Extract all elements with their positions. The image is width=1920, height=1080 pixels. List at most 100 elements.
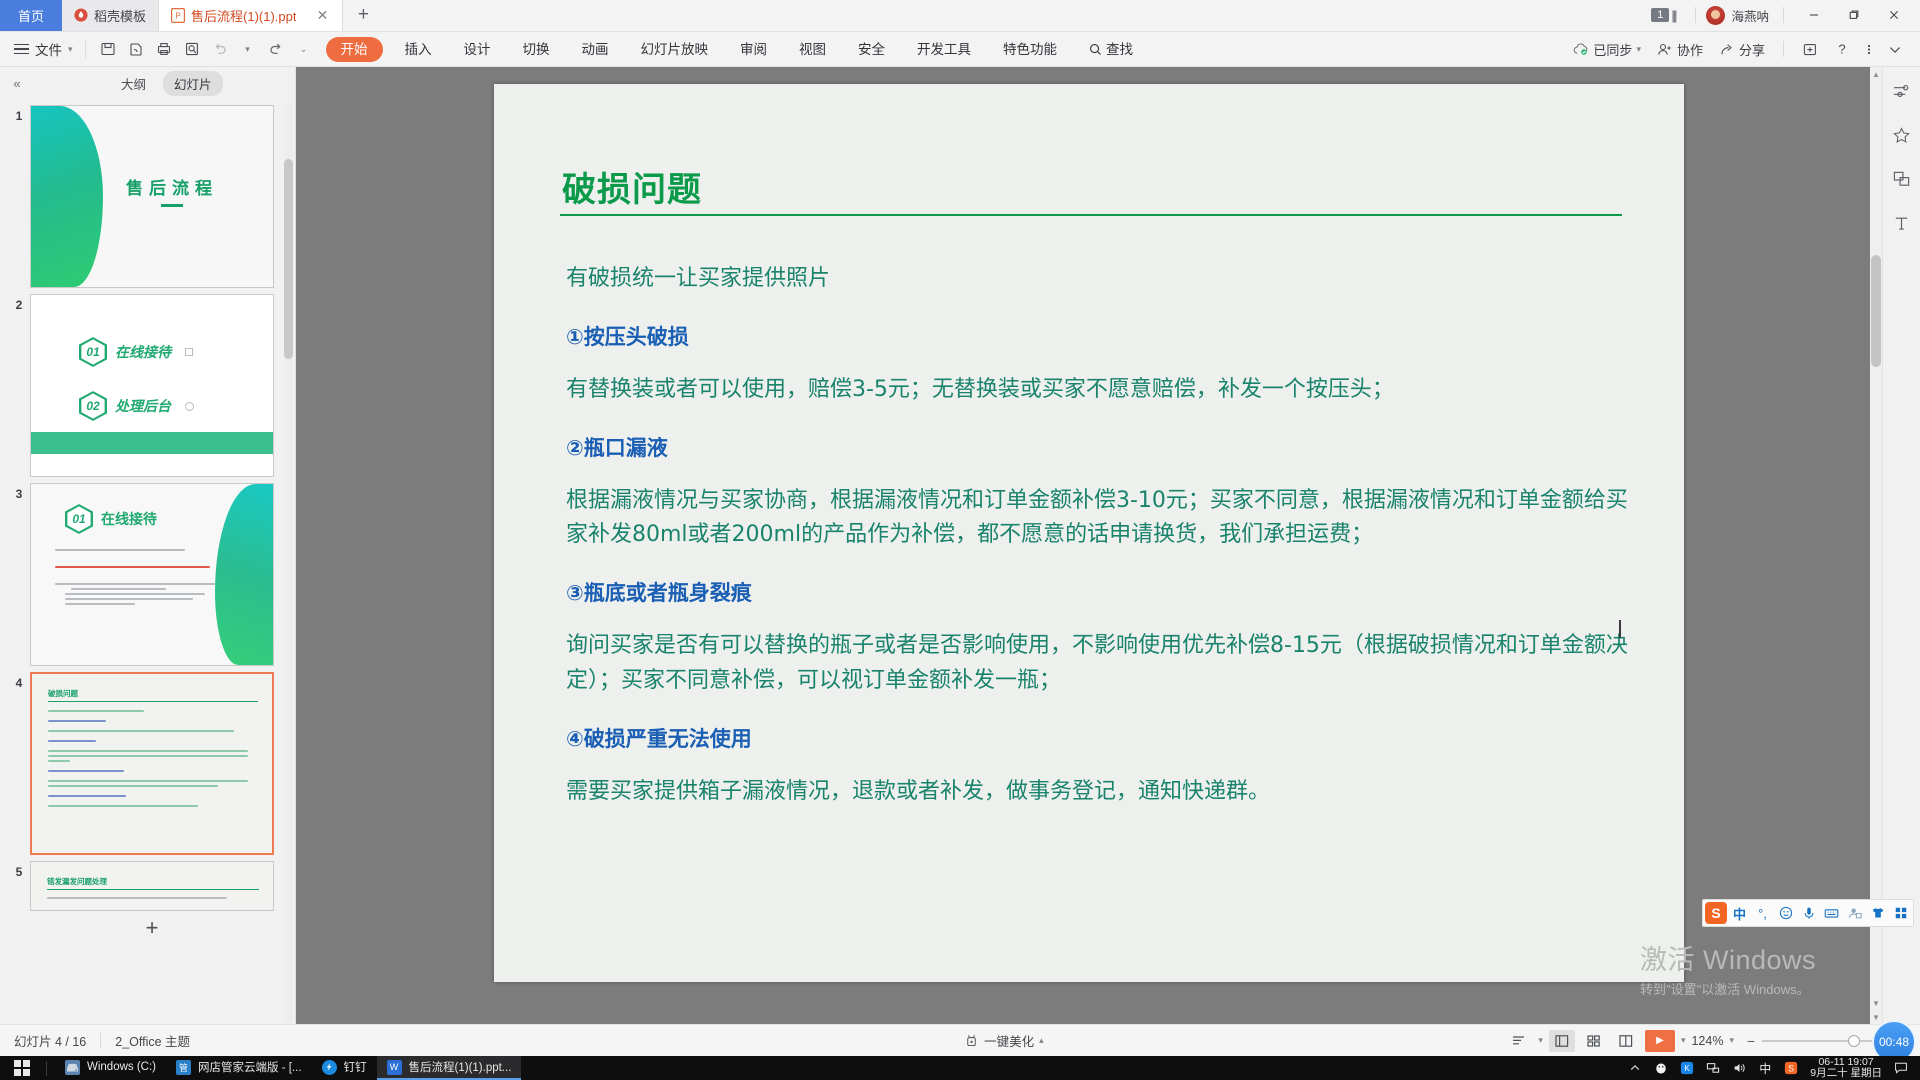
list-item[interactable]: 1 售后流程: [0, 99, 295, 288]
tab-home-ribbon[interactable]: 开始: [325, 36, 383, 62]
print-preview-icon[interactable]: [178, 36, 206, 62]
list-item[interactable]: 3 01 在线接待: [0, 477, 295, 666]
heading-4[interactable]: ④破损严重无法使用: [566, 723, 1631, 753]
show-hidden-icons-icon[interactable]: [1622, 1056, 1648, 1080]
chevron-down-icon[interactable]: ▾: [1538, 1035, 1543, 1046]
page-title[interactable]: 破损问题: [562, 162, 702, 211]
window-count-badge[interactable]: 1: [1651, 8, 1670, 22]
tab-outline[interactable]: 大纲: [110, 71, 157, 96]
volume-icon[interactable]: [1726, 1056, 1752, 1080]
slide-thumbnail-2[interactable]: 01 在线接待 02 处理后台: [30, 294, 274, 477]
current-slide[interactable]: 破损问题 有破损统一让买家提供照片 ①按压头破损 有替换装或者可以使用，赔偿3-…: [494, 84, 1684, 982]
tab-find[interactable]: 查找: [1073, 32, 1149, 67]
beautify-button[interactable]: 一键美化 ▴: [964, 1031, 1044, 1050]
tab-slides[interactable]: 幻灯片: [163, 70, 223, 96]
theme-name[interactable]: 2_Office 主题: [101, 1031, 204, 1050]
tab-home[interactable]: 首页: [0, 0, 62, 31]
customize-quick-access-icon[interactable]: ⌄: [290, 36, 318, 62]
chevron-down-icon[interactable]: ▾: [1729, 1035, 1734, 1046]
help-icon[interactable]: ?: [1826, 42, 1858, 57]
list-item[interactable]: 2 01 在线接待 02 处理后台: [0, 288, 295, 477]
tab-features[interactable]: 特色功能: [987, 32, 1073, 67]
voice-icon[interactable]: [1798, 902, 1819, 924]
tab-developer[interactable]: 开发工具: [901, 32, 987, 67]
reading-view-icon[interactable]: [1613, 1030, 1639, 1052]
collapse-ribbon-icon[interactable]: [1880, 42, 1910, 57]
slide-thumbnail-3[interactable]: 01 在线接待: [30, 483, 274, 666]
sogou-icon[interactable]: S: [1705, 902, 1727, 924]
chevron-down-icon[interactable]: ▾: [1681, 1035, 1686, 1046]
scrollbar-thumb[interactable]: [284, 159, 293, 359]
collapse-panel-icon[interactable]: «: [6, 76, 28, 91]
paragraph-4[interactable]: 需要买家提供箱子漏液情况，退款或者补发，做事务登记，通知快递群。: [566, 775, 1631, 810]
slide-counter[interactable]: 幻灯片 4 / 16: [0, 1031, 100, 1050]
notification-icon[interactable]: [1888, 1056, 1914, 1080]
heading-2[interactable]: ②瓶口漏液: [566, 432, 1631, 462]
tab-animations[interactable]: 动画: [566, 32, 625, 67]
thumbnail-scrollbar[interactable]: [284, 103, 293, 1022]
thumbnail-list[interactable]: 1 售后流程 2 01 在线接待 02 处理后台 3 01 在线接待 4 破损问…: [0, 99, 295, 1024]
list-item[interactable]: 5 错发漏发问题处理: [0, 855, 295, 911]
avatar[interactable]: [1706, 5, 1726, 25]
sogou-tray-icon[interactable]: S: [1778, 1056, 1804, 1080]
list-item[interactable]: 4 破损问题: [0, 666, 295, 855]
skin-icon[interactable]: [1867, 902, 1888, 924]
slide-thumbnail-4[interactable]: 破损问题: [30, 672, 274, 855]
paragraph-intro[interactable]: 有破损统一让买家提供照片: [566, 262, 1631, 297]
halfwidth-icon[interactable]: °,: [1752, 902, 1773, 924]
redo-icon[interactable]: [262, 36, 290, 62]
slide-sorter-icon[interactable]: [1581, 1030, 1607, 1052]
save-as-icon[interactable]: [122, 36, 150, 62]
taskbar-clock[interactable]: 06-11 19:07 9月二十 星期日: [1804, 1057, 1888, 1079]
tab-design[interactable]: 设计: [448, 32, 507, 67]
tab-docer-template[interactable]: 稻壳模板: [62, 0, 160, 31]
slide-thumbnail-1[interactable]: 售后流程: [30, 105, 274, 288]
maximize-restore-button[interactable]: [1834, 0, 1874, 30]
qq-icon[interactable]: [1648, 1056, 1674, 1080]
tab-security[interactable]: 安全: [842, 32, 901, 67]
network-icon[interactable]: [1700, 1056, 1726, 1080]
text-box-icon[interactable]: [1888, 209, 1916, 237]
minimize-button[interactable]: [1794, 0, 1834, 30]
paragraph-1[interactable]: 有替换装或者可以使用，赔偿3-5元；无替换装或买家不愿意赔偿，补发一个按压头；: [566, 373, 1631, 408]
zoom-knob[interactable]: [1848, 1034, 1860, 1047]
canvas-vertical-scrollbar[interactable]: ▲ ▼ ▼: [1870, 67, 1882, 1024]
heading-3[interactable]: ③瓶底或者瓶身裂痕: [566, 577, 1631, 607]
user-icon[interactable]: [1844, 902, 1865, 924]
new-tab-icon[interactable]: [1794, 42, 1826, 57]
slide-canvas-area[interactable]: 破损问题 有破损统一让买家提供照片 ①按压头破损 有替换装或者可以使用，赔偿3-…: [296, 67, 1882, 1024]
zoom-level[interactable]: 124%: [1691, 1034, 1723, 1048]
taskbar-item-dingtalk[interactable]: 钉钉: [312, 1056, 377, 1080]
tab-transitions[interactable]: 切换: [507, 32, 566, 67]
close-window-button[interactable]: [1874, 0, 1914, 30]
outline-view-icon[interactable]: [1506, 1030, 1532, 1052]
tab-review[interactable]: 审阅: [724, 32, 783, 67]
more-options-icon[interactable]: [1858, 42, 1880, 57]
zoom-track[interactable]: [1762, 1034, 1882, 1047]
start-slideshow-button[interactable]: ▶: [1644, 1029, 1675, 1052]
file-menu-button[interactable]: 文件 ▾: [0, 39, 77, 59]
taskbar-item-wdgj[interactable]: 管 网店管家云端版 - [...: [166, 1056, 312, 1080]
save-icon[interactable]: [94, 36, 122, 62]
new-tab-button[interactable]: +: [343, 0, 383, 31]
shapes-icon[interactable]: [1888, 165, 1916, 193]
scrollbar-thumb[interactable]: [1871, 255, 1881, 367]
scroll-down-icon[interactable]: ▼: [1870, 996, 1882, 1010]
slide-body[interactable]: 有破损统一让买家提供照片 ①按压头破损 有替换装或者可以使用，赔偿3-5元；无替…: [566, 262, 1631, 833]
print-icon[interactable]: [150, 36, 178, 62]
sogou-ime-toolbar[interactable]: S 中 °,: [1702, 899, 1914, 927]
zoom-out-button[interactable]: −: [1740, 1033, 1762, 1049]
ime-cn-icon[interactable]: 中: [1752, 1056, 1778, 1080]
user-name[interactable]: 海燕呐: [1731, 6, 1769, 25]
emoji-icon[interactable]: [1775, 902, 1796, 924]
add-slide-button[interactable]: +: [30, 911, 274, 945]
toolbox-icon[interactable]: [1890, 902, 1911, 924]
adjust-sliders-icon[interactable]: [1888, 77, 1916, 105]
slide-thumbnail-5[interactable]: 错发漏发问题处理: [30, 861, 274, 911]
window-stack-icon[interactable]: |||: [1671, 8, 1677, 23]
collaborate-button[interactable]: 协作: [1649, 40, 1711, 59]
next-slide-icon[interactable]: ▼: [1870, 1010, 1882, 1024]
tab-insert[interactable]: 插入: [389, 32, 448, 67]
keyboard-icon[interactable]: [1821, 902, 1842, 924]
paragraph-2[interactable]: 根据漏液情况与买家协商，根据漏液情况和订单金额补偿3-10元；买家不同意，根据漏…: [566, 484, 1631, 554]
